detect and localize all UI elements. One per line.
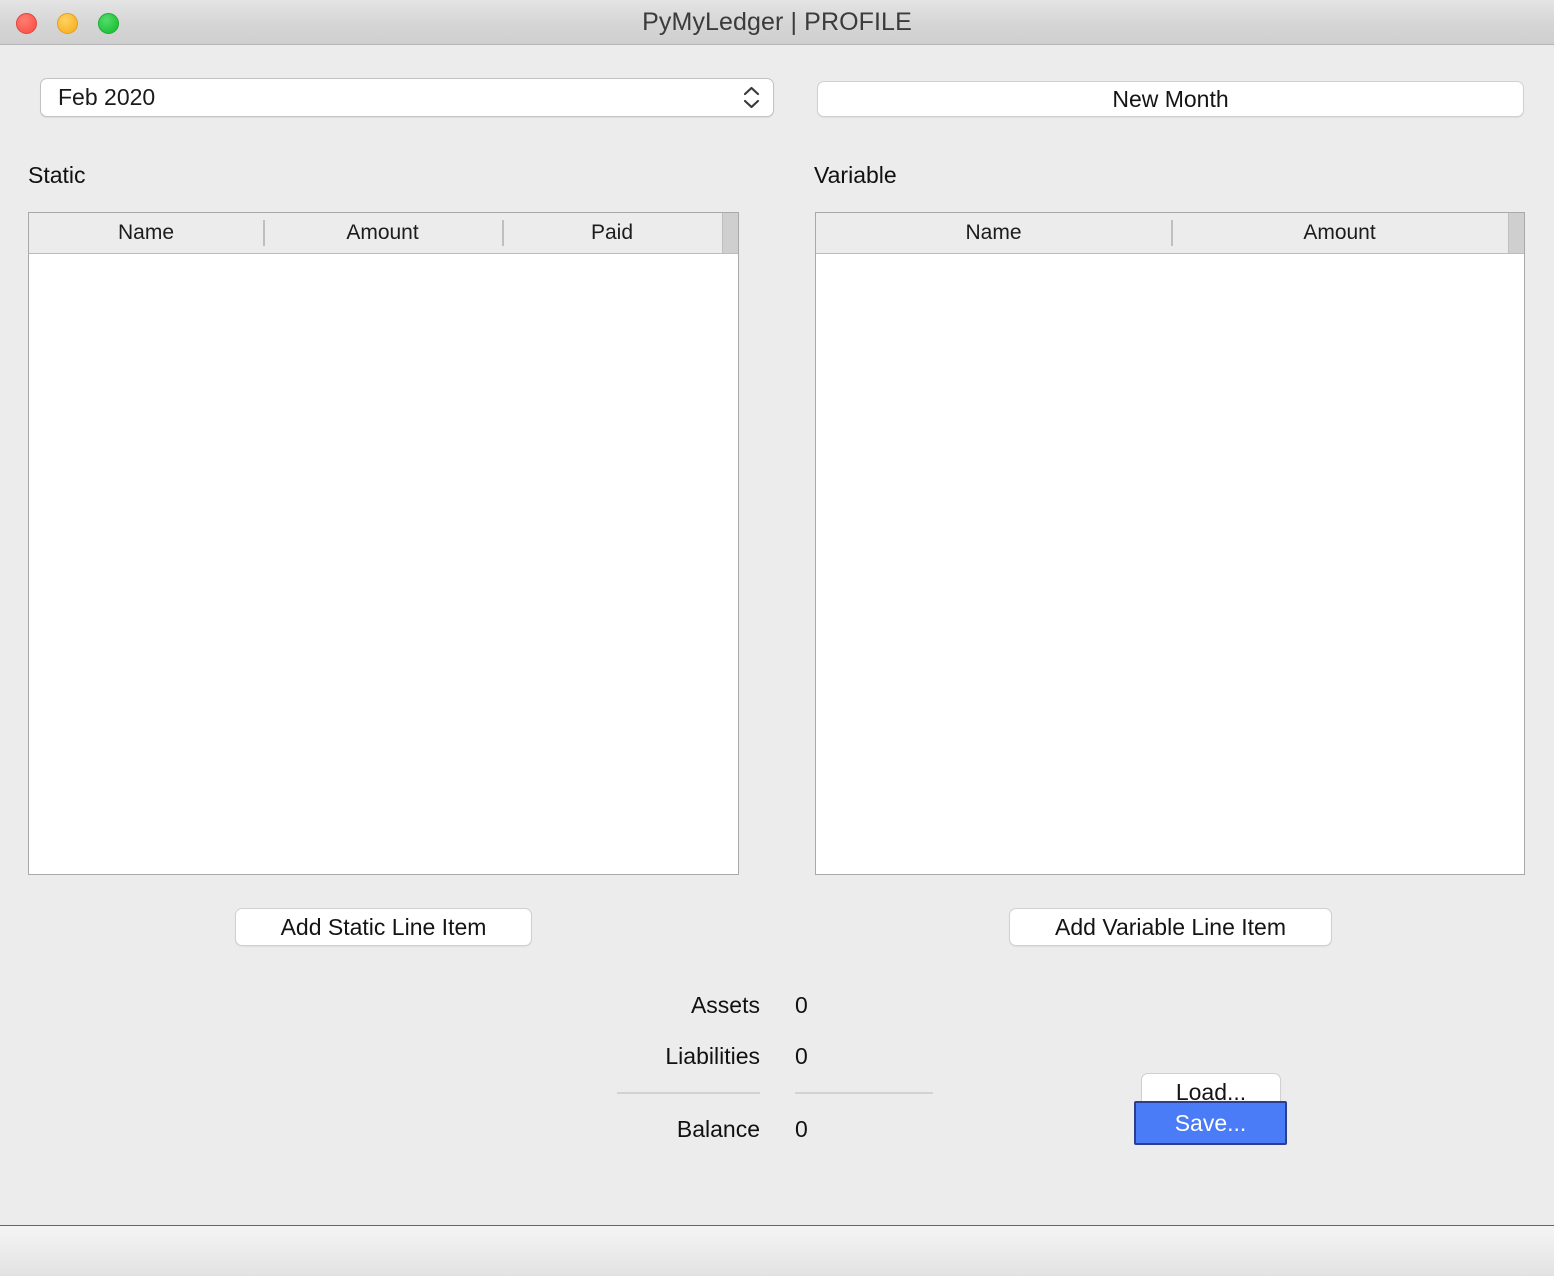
chevron-updown-icon[interactable] xyxy=(739,83,763,113)
add-variable-line-item-button[interactable]: Add Variable Line Item xyxy=(1009,908,1332,946)
static-table-body[interactable] xyxy=(29,254,738,874)
liabilities-row: Liabilities 0 xyxy=(617,1031,937,1082)
static-col-name[interactable]: Name xyxy=(29,213,263,253)
content-area: Feb 2020 New Month Static Variable Name … xyxy=(0,45,1554,1225)
page-title: PyMyLedger | PROFILE xyxy=(642,7,912,36)
month-select[interactable]: Feb 2020 xyxy=(40,78,774,117)
variable-table-scrollbar-cap[interactable] xyxy=(1508,213,1524,253)
variable-table-header: Name Amount xyxy=(816,213,1524,254)
traffic-lights xyxy=(16,13,119,34)
app-window: PyMyLedger | PROFILE Feb 2020 New Month … xyxy=(0,0,1554,1276)
variable-table-body[interactable] xyxy=(816,254,1524,874)
variable-table[interactable]: Name Amount xyxy=(815,212,1525,875)
variable-col-amount[interactable]: Amount xyxy=(1171,213,1508,253)
liabilities-label: Liabilities xyxy=(665,1043,760,1069)
static-col-amount[interactable]: Amount xyxy=(263,213,502,253)
balance-label: Balance xyxy=(676,1116,760,1142)
new-month-button[interactable]: New Month xyxy=(817,81,1524,117)
summary-divider-values xyxy=(795,1092,933,1094)
static-col-paid[interactable]: Paid xyxy=(502,213,722,253)
title-bar: PyMyLedger | PROFILE xyxy=(0,0,1554,45)
static-table[interactable]: Name Amount Paid xyxy=(28,212,739,875)
static-table-scrollbar-cap[interactable] xyxy=(722,213,738,253)
variable-section-label: Variable xyxy=(814,162,897,188)
add-static-line-item-button[interactable]: Add Static Line Item xyxy=(235,908,532,946)
minimize-window-icon[interactable] xyxy=(57,13,78,34)
balance-value: 0 xyxy=(795,1116,808,1142)
variable-col-name[interactable]: Name xyxy=(816,213,1171,253)
close-window-icon[interactable] xyxy=(16,13,37,34)
maximize-window-icon[interactable] xyxy=(98,13,119,34)
liabilities-value: 0 xyxy=(795,1043,808,1069)
assets-label: Assets xyxy=(690,992,760,1018)
summary-divider-labels xyxy=(617,1092,760,1094)
month-select-value: Feb 2020 xyxy=(58,84,156,110)
summary-divider xyxy=(617,1082,937,1104)
status-bar xyxy=(0,1225,1554,1276)
static-section-label: Static xyxy=(28,162,86,188)
balance-row: Balance 0 xyxy=(617,1104,937,1155)
static-table-header: Name Amount Paid xyxy=(29,213,738,254)
assets-row: Assets 0 xyxy=(617,980,937,1031)
assets-value: 0 xyxy=(795,992,808,1018)
summary-panel: Assets 0 Liabilities 0 Balance 0 xyxy=(617,980,937,1155)
save-button[interactable]: Save... xyxy=(1134,1101,1287,1145)
